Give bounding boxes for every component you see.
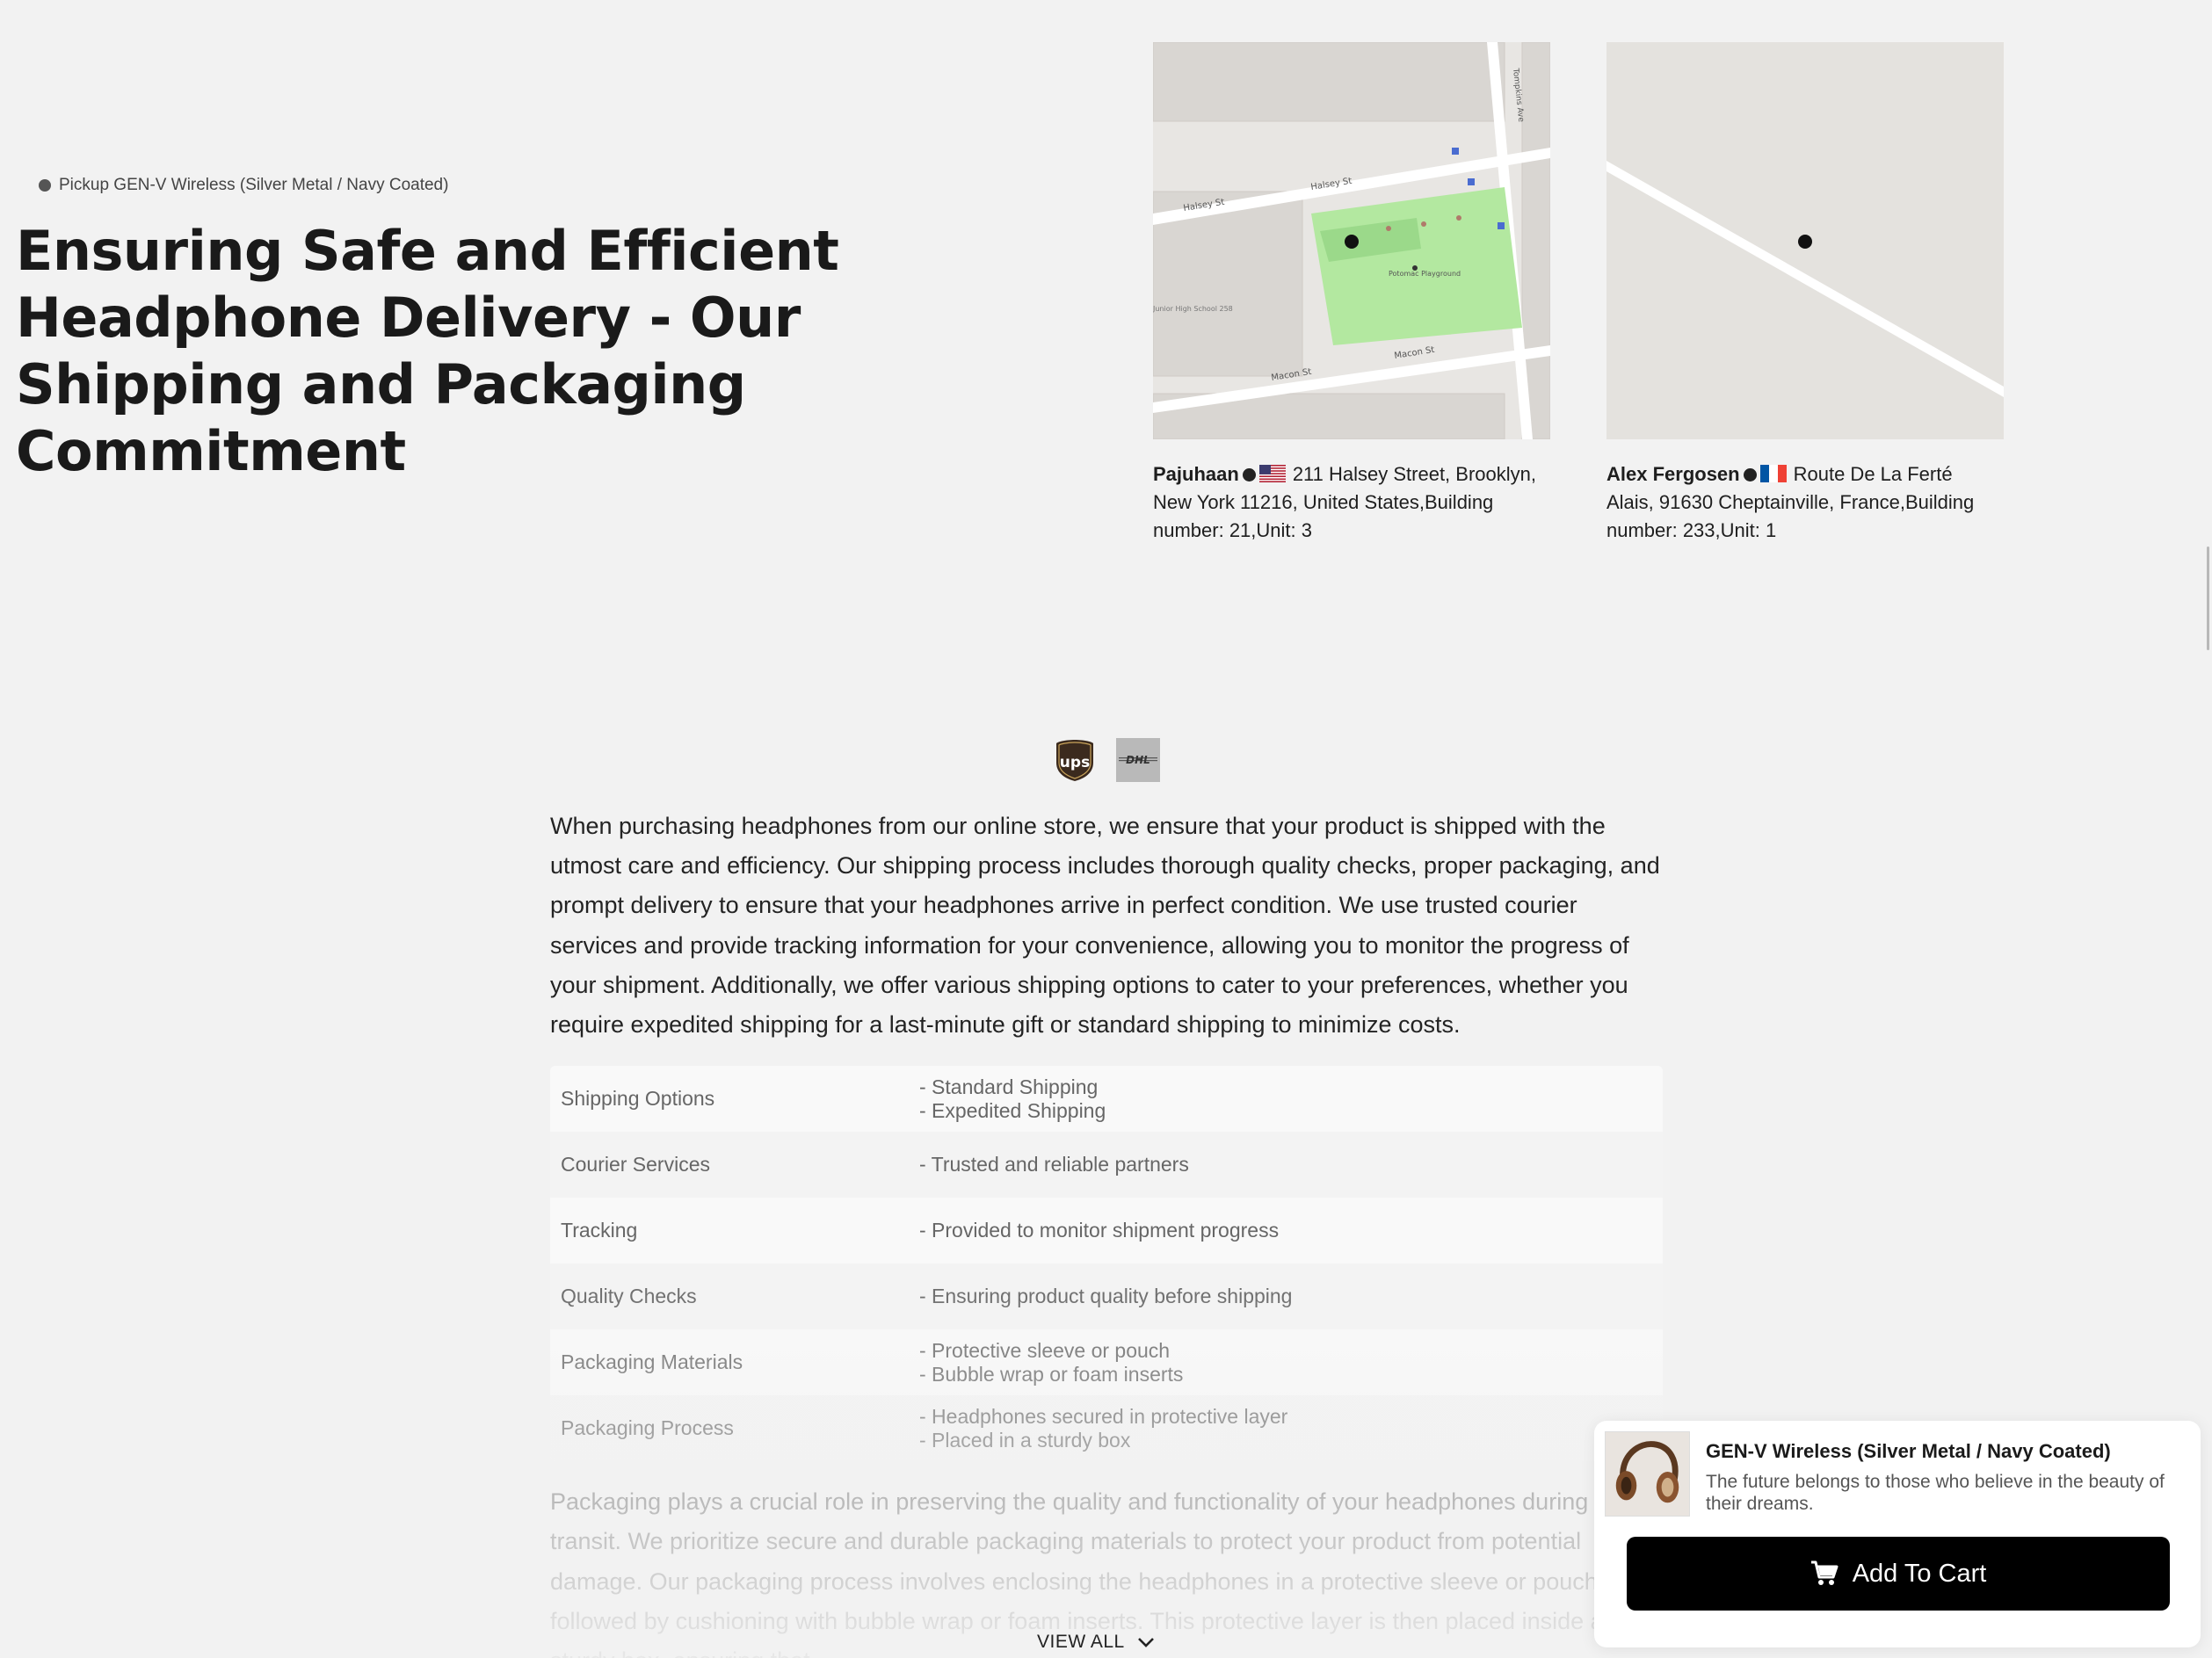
location-address: Alex Fergosen Route De La Ferté Alais, 9… [1606, 460, 2004, 545]
table-value-line: - Headphones secured in protective layer [919, 1404, 1288, 1428]
location-name: Pajuhaan [1153, 463, 1239, 485]
ups-logo: ups [1053, 738, 1097, 782]
view-all-label: VIEW ALL [1037, 1632, 1125, 1652]
table-value: - Ensuring product quality before shippi… [919, 1285, 1663, 1308]
table-value-line: - Standard Shipping [919, 1075, 1099, 1098]
chevron-down-icon [1137, 1638, 1154, 1647]
separator-dot-icon [1242, 468, 1256, 481]
table-key: Tracking [561, 1219, 638, 1242]
add-to-cart-button[interactable]: Add To Cart [1627, 1537, 2170, 1611]
table-key: Shipping Options [561, 1087, 715, 1111]
scrollbar-thumb[interactable] [2207, 547, 2209, 650]
map-view[interactable]: Halsey St Halsey St Macon St Macon St To… [1153, 42, 1550, 439]
pickup-label: Pickup GEN-V Wireless (Silver Metal / Na… [39, 176, 1053, 195]
table-key: Courier Services [561, 1153, 710, 1177]
fr-flag-icon [1759, 465, 1787, 482]
table-value-line: - Bubble wrap or foam inserts [919, 1362, 1184, 1386]
status-dot-icon [39, 179, 51, 192]
shipping-content: When purchasing headphones from our onli… [550, 807, 1663, 1658]
map-graphic[interactable] [1606, 42, 2004, 439]
school-label: Junior High School 258 [1153, 305, 1233, 313]
location-card: Halsey St Halsey St Macon St Macon St To… [1153, 42, 1550, 545]
table-row: Packaging Materials - Protective sleeve … [550, 1329, 1663, 1395]
product-tagline: The future belongs to those who believe … [1706, 1472, 2165, 1514]
hero-section: Pickup GEN-V Wireless (Silver Metal / Na… [16, 176, 1053, 485]
carrier-logos: ups DHL [0, 738, 2212, 782]
location-address: Pajuhaan 211 Halsey Street, Brooklyn, Ne… [1153, 460, 1550, 545]
sticky-add-to-cart: GEN-V Wireless (Silver Metal / Navy Coat… [1594, 1421, 2201, 1647]
table-row: Courier Services - Trusted and reliable … [550, 1132, 1663, 1198]
park-label: Potomac Playground [1389, 270, 1461, 278]
ups-logo-text: ups [1059, 754, 1089, 771]
dhl-logo-text: DHL [1126, 754, 1150, 766]
map-view[interactable] [1606, 42, 2004, 439]
table-key: Packaging Process [561, 1416, 734, 1440]
dhl-logo: DHL [1115, 738, 1160, 782]
table-value: - Standard Shipping - Expedited Shipping [919, 1075, 1663, 1123]
table-value-line: - Placed in a sturdy box [919, 1428, 1131, 1452]
table-value-line: - Provided to monitor shipment progress [919, 1219, 1280, 1242]
map-graphic[interactable]: Halsey St Halsey St Macon St Macon St To… [1153, 42, 1550, 439]
product-thumbnail[interactable] [1605, 1431, 1690, 1517]
table-value: - Trusted and reliable partners [919, 1153, 1663, 1177]
location-name: Alex Fergosen [1606, 463, 1740, 485]
table-value-line: - Protective sleeve or pouch [919, 1338, 1171, 1362]
table-value: - Provided to monitor shipment progress [919, 1219, 1663, 1242]
table-key: Packaging Materials [561, 1350, 743, 1374]
table-key: Quality Checks [561, 1285, 697, 1308]
product-name: GEN-V Wireless (Silver Metal / Navy Coat… [1706, 1440, 2111, 1462]
table-row: Packaging Process - Headphones secured i… [550, 1395, 1663, 1462]
cart-icon [1810, 1560, 1838, 1585]
location-card: Alex Fergosen Route De La Ferté Alais, 9… [1606, 42, 2004, 545]
view-all-button[interactable]: VIEW ALL [1037, 1632, 1155, 1653]
table-value: - Headphones secured in protective layer… [919, 1405, 1663, 1452]
table-row: Quality Checks - Ensuring product qualit… [550, 1263, 1663, 1330]
separator-dot-icon [1743, 468, 1757, 481]
table-row: Shipping Options - Standard Shipping - E… [550, 1066, 1663, 1132]
intro-paragraph: When purchasing headphones from our onli… [550, 813, 1660, 1039]
table-value-line: - Ensuring product quality before shippi… [919, 1285, 1293, 1308]
table-value-line: - Trusted and reliable partners [919, 1153, 1189, 1177]
page-title: Ensuring Safe and Efficient Headphone De… [16, 219, 839, 483]
table-value: - Protective sleeve or pouch - Bubble wr… [919, 1339, 1663, 1386]
table-row: Tracking - Provided to monitor shipment … [550, 1198, 1663, 1263]
shipping-table: Shipping Options - Standard Shipping - E… [550, 1066, 1663, 1462]
pickup-text: Pickup GEN-V Wireless (Silver Metal / Na… [59, 176, 449, 194]
us-flag-icon [1258, 465, 1286, 482]
table-value-line: - Expedited Shipping [919, 1098, 1106, 1122]
add-to-cart-label: Add To Cart [1852, 1559, 1987, 1588]
